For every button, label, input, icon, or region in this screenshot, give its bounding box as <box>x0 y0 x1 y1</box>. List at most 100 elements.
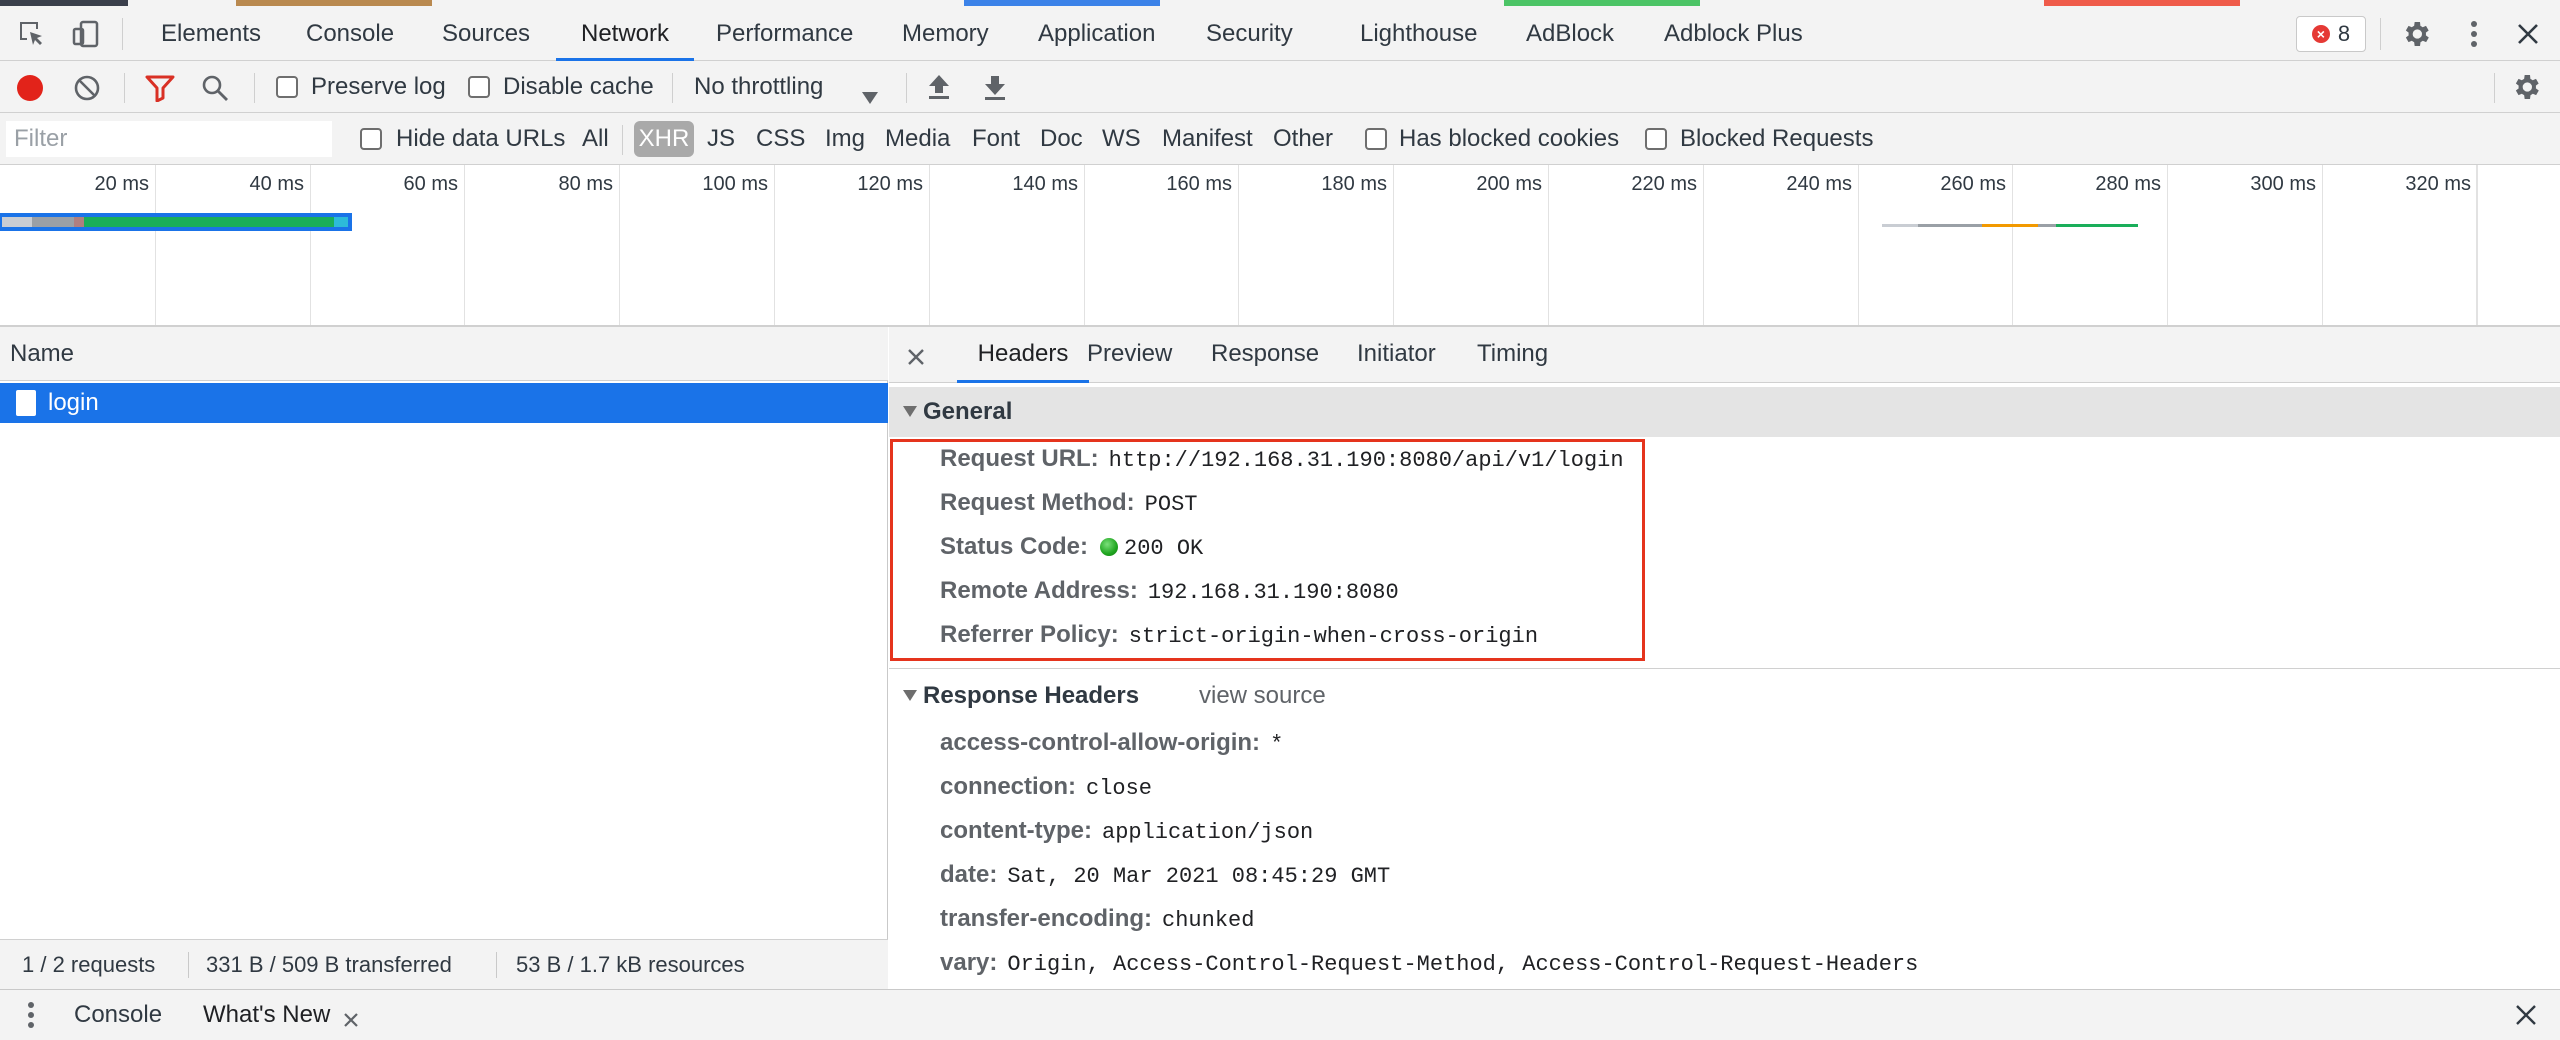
preserve-log-checkbox[interactable] <box>276 76 298 98</box>
status-code-row: Status Code: 200 OK <box>940 527 1203 567</box>
separator <box>672 73 673 103</box>
request-url-row: Request URL: http://192.168.31.190:8080/a… <box>940 439 1624 479</box>
column-header-name[interactable]: Name <box>0 327 888 381</box>
blocked-requests-checkbox[interactable] <box>1645 128 1667 150</box>
type-filter-font[interactable]: Font <box>972 125 1020 153</box>
settings-gear-icon[interactable] <box>2398 16 2434 52</box>
request-method-row: Request Method: POST <box>940 483 1197 523</box>
request-method-label: Request Method: <box>940 489 1135 516</box>
type-filter-css[interactable]: CSS <box>756 125 805 153</box>
response-headers-section-header[interactable]: Response Headers view source <box>889 671 2560 721</box>
document-icon <box>16 390 36 416</box>
timeline-gridline <box>2322 165 2323 325</box>
tab-security[interactable]: Security <box>1206 6 1293 61</box>
tab-network[interactable]: Network <box>556 6 694 61</box>
type-filter-doc[interactable]: Doc <box>1040 125 1083 153</box>
network-summary-bar: 1 / 2 requests 331 B / 509 B transferred… <box>0 939 888 989</box>
type-filter-img[interactable]: Img <box>825 125 865 153</box>
tab-preview[interactable]: Preview <box>1087 327 1172 383</box>
drawer-menu-icon[interactable] <box>26 1000 36 1037</box>
network-settings-gear-icon[interactable] <box>2510 71 2542 110</box>
status-ok-icon <box>1100 538 1119 556</box>
type-filter-manifest[interactable]: Manifest <box>1162 125 1253 153</box>
devtools-tab-bar: Elements Console Sources Network Perform… <box>0 6 2560 61</box>
type-filter-media[interactable]: Media <box>885 125 950 153</box>
timeline-tick-label: 20 ms <box>94 173 149 195</box>
timeline-gridline <box>929 165 930 325</box>
separator <box>122 18 123 50</box>
referrer-policy-value: strict-origin-when-cross-origin <box>1128 624 1539 649</box>
drawer-tab-console[interactable]: Console <box>74 990 162 1040</box>
tab-initiator[interactable]: Initiator <box>1357 327 1436 383</box>
view-source-link[interactable]: view source <box>1199 671 1326 721</box>
remote-address-label: Remote Address: <box>940 577 1138 604</box>
tab-memory[interactable]: Memory <box>902 6 989 61</box>
close-details-icon[interactable] <box>907 345 925 373</box>
close-whats-new-icon[interactable] <box>343 1007 359 1035</box>
tab-performance[interactable]: Performance <box>716 6 853 61</box>
timeline-gridline <box>1548 165 1549 325</box>
type-filter-xhr[interactable]: XHR <box>634 121 694 157</box>
timeline-gridline <box>2167 165 2168 325</box>
network-toolbar: Preserve log Disable cache No throttling <box>0 61 2560 113</box>
error-count-badge[interactable]: × 8 <box>2296 16 2366 52</box>
has-blocked-cookies-checkbox[interactable] <box>1365 128 1387 150</box>
detail-tab-bar: Headers Preview Response Initiator Timin… <box>889 327 2560 383</box>
remote-address-value: 192.168.31.190:8080 <box>1147 580 1399 605</box>
request-details-pane: Headers Preview Response Initiator Timin… <box>889 327 2560 989</box>
referrer-policy-row: Referrer Policy: strict-origin-when-cross… <box>940 615 1538 655</box>
record-icon[interactable] <box>17 75 43 101</box>
filter-icon[interactable] <box>145 74 175 109</box>
referrer-policy-label: Referrer Policy: <box>940 621 1119 648</box>
timeline-gridline <box>310 165 311 325</box>
tab-timing[interactable]: Timing <box>1477 327 1548 383</box>
header-value: close <box>1086 776 1153 801</box>
device-toolbar-icon[interactable] <box>68 16 104 52</box>
timeline-gridline <box>1084 165 1085 325</box>
clear-icon[interactable] <box>73 74 101 109</box>
hide-data-urls-checkbox[interactable] <box>360 128 382 150</box>
more-options-icon[interactable] <box>2456 16 2492 52</box>
tab-lighthouse[interactable]: Lighthouse <box>1360 6 1477 61</box>
close-drawer-icon[interactable] <box>2515 1004 2537 1033</box>
search-icon[interactable] <box>201 74 229 109</box>
timeline-gridline <box>1393 165 1394 325</box>
header-key: transfer-encoding: <box>940 905 1153 932</box>
tab-elements[interactable]: Elements <box>161 6 261 61</box>
timeline-bar-stalled <box>1918 224 1982 227</box>
type-filter-all[interactable]: All <box>582 125 609 153</box>
tab-response[interactable]: Response <box>1211 327 1319 383</box>
timeline-gridline <box>1238 165 1239 325</box>
inspect-element-icon[interactable] <box>14 16 50 52</box>
timeline-bar-download <box>334 217 348 227</box>
tab-adblock[interactable]: AdBlock <box>1526 6 1614 61</box>
tab-application[interactable]: Application <box>1038 6 1155 61</box>
preserve-log-label: Preserve log <box>311 73 446 100</box>
export-har-icon[interactable] <box>982 73 1008 108</box>
separator <box>622 125 623 155</box>
timeline-tick-label: 280 ms <box>2095 173 2161 195</box>
type-filter-js[interactable]: JS <box>707 125 735 153</box>
tab-console[interactable]: Console <box>306 6 394 61</box>
filter-input[interactable] <box>6 121 332 157</box>
tab-adblock-plus[interactable]: Adblock Plus <box>1664 6 1803 61</box>
throttling-select[interactable]: No throttling <box>694 73 823 101</box>
type-filter-other[interactable]: Other <box>1273 125 1333 153</box>
resources-size: 53 B / 1.7 kB resources <box>516 952 745 977</box>
close-devtools-icon[interactable] <box>2510 16 2546 52</box>
header-value: application/json <box>1102 820 1314 845</box>
type-filter-ws[interactable]: WS <box>1102 125 1141 153</box>
header-value: chunked <box>1162 908 1255 933</box>
general-section-header[interactable]: General <box>889 387 2560 437</box>
request-row[interactable]: login <box>0 383 888 423</box>
tab-headers[interactable]: Headers <box>957 327 1089 383</box>
timeline-overview[interactable]: 20 ms 40 ms 60 ms 80 ms 100 ms 120 ms 140 ms 16… <box>0 165 2560 327</box>
timeline-tick-label: 260 ms <box>1940 173 2006 195</box>
header-key: date: <box>940 861 998 888</box>
tab-sources[interactable]: Sources <box>442 6 530 61</box>
dropdown-arrow-icon[interactable] <box>862 83 878 111</box>
import-har-icon[interactable] <box>926 73 952 108</box>
drawer-tab-whats-new[interactable]: What's New <box>203 990 330 1040</box>
timeline-gridline <box>774 165 775 325</box>
disable-cache-checkbox[interactable] <box>468 76 490 98</box>
